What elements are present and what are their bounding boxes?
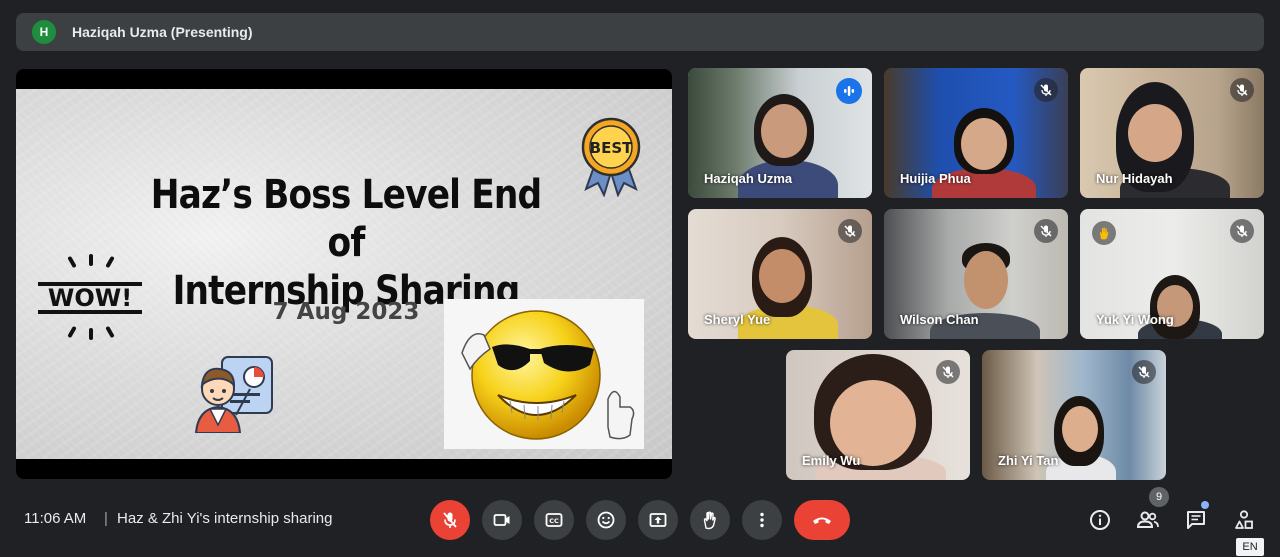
mic-off-icon — [1230, 219, 1254, 243]
camera-icon — [493, 514, 510, 526]
wow-ray — [67, 325, 77, 339]
wow-ray — [89, 328, 93, 340]
divider: | — [104, 510, 108, 527]
chat-icon — [1187, 511, 1205, 529]
end-call-icon — [813, 517, 831, 524]
raise-hand-button[interactable] — [690, 500, 730, 540]
participant-face — [1128, 104, 1182, 162]
wow-ray — [105, 255, 115, 269]
participant-name: Haziqah Uzma — [704, 171, 793, 186]
presenting-banner[interactable]: H Haziqah Uzma (Presenting) — [16, 13, 1264, 51]
mic-off-icon — [1034, 219, 1058, 243]
activities-icon — [1235, 510, 1253, 529]
participant-name: Zhi Yi Tan — [998, 453, 1059, 468]
best-badge-icon: BEST — [581, 117, 641, 197]
presenter-avatar: H — [32, 20, 56, 44]
activities-button[interactable] — [1229, 505, 1259, 535]
participant-name: Huijia Phua — [900, 171, 971, 186]
svg-text:CC: CC — [549, 517, 559, 525]
presenter-illustration-icon — [194, 356, 273, 433]
participant-face — [759, 249, 805, 303]
participant-tile-emily-wu[interactable]: Emily Wu — [786, 350, 970, 480]
participant-tile-sheryl-yue[interactable]: Sheryl Yue — [688, 209, 872, 339]
wow-ray — [67, 255, 77, 269]
people-count-badge: 9 — [1149, 487, 1169, 507]
emoji-icon — [597, 511, 615, 529]
mic-off-icon — [1230, 78, 1254, 102]
wow-ray — [105, 325, 115, 339]
leave-call-button[interactable] — [794, 500, 850, 540]
slide-date: 7 Aug 2023 — [272, 299, 420, 325]
chat-notification-dot — [1201, 501, 1209, 509]
participant-tile-yuk-yi-wong[interactable]: Yuk Yi Wong — [1080, 209, 1264, 339]
wow-sticker: WOW! — [36, 254, 146, 344]
slide-title: Haz’s Boss Level End of Internship Shari… — [148, 171, 544, 315]
participant-tile-haziqah-uzma[interactable]: Haziqah Uzma — [688, 68, 872, 198]
mic-off-icon — [936, 360, 960, 384]
mic-off-icon — [443, 512, 457, 528]
participant-face — [1062, 406, 1098, 452]
badge-text: BEST — [590, 139, 633, 157]
cool-emoji-icon — [461, 310, 635, 440]
participant-face — [964, 251, 1008, 309]
participant-face — [961, 118, 1007, 170]
participant-face — [761, 104, 807, 158]
mic-off-icon — [1034, 78, 1058, 102]
meeting-details-button[interactable] — [1085, 505, 1115, 535]
captions-icon: CC — [545, 513, 563, 527]
presentation-screen[interactable]: BEST Haz’s Boss Level End of Internship … — [16, 69, 672, 479]
more-options-button[interactable] — [742, 500, 782, 540]
language-indicator: EN — [1236, 538, 1264, 556]
info-icon — [1090, 510, 1110, 530]
present-now-button[interactable] — [638, 500, 678, 540]
meeting-name[interactable]: Haz & Zhi Yi's internship sharing — [117, 510, 332, 527]
participant-name: Nur Hidayah — [1096, 171, 1173, 186]
participant-tile-nur-hidayah[interactable]: Nur Hidayah — [1080, 68, 1264, 198]
participant-name: Sheryl Yue — [704, 312, 771, 327]
wow-ray — [89, 254, 93, 266]
raised-hand-icon — [1092, 221, 1116, 245]
participant-tile-wilson-chan[interactable]: Wilson Chan — [884, 209, 1068, 339]
participant-tile-zhi-yi-tan[interactable]: Zhi Yi Tan — [982, 350, 1166, 480]
participant-name: Emily Wu — [802, 453, 861, 468]
slide-title-line1: Haz’s Boss Level End of — [150, 172, 542, 266]
slide: BEST Haz’s Boss Level End of Internship … — [16, 89, 672, 459]
wow-text: WOW! — [38, 282, 142, 314]
toggle-camera-button[interactable] — [482, 500, 522, 540]
toggle-mic-button[interactable] — [430, 500, 470, 540]
present-icon — [649, 513, 667, 527]
people-icon — [1136, 511, 1159, 528]
participant-name: Yuk Yi Wong — [1096, 312, 1174, 327]
captions-button[interactable]: CC — [534, 500, 574, 540]
speaking-indicator-icon — [836, 78, 862, 104]
presenting-title: Haziqah Uzma (Presenting) — [72, 24, 253, 40]
participant-tile-huijia-phua[interactable]: Huijia Phua — [884, 68, 1068, 198]
chat-button[interactable] — [1181, 505, 1211, 535]
mic-off-icon — [838, 219, 862, 243]
emoji-image — [444, 299, 644, 449]
participant-name: Wilson Chan — [900, 312, 979, 327]
more-options-icon — [760, 512, 764, 528]
current-time: 11:06 AM — [24, 510, 87, 527]
mic-off-icon — [1132, 360, 1156, 384]
show-everyone-button[interactable] — [1133, 505, 1163, 535]
reactions-button[interactable] — [586, 500, 626, 540]
raise-hand-icon — [703, 511, 716, 530]
meet-window: H Haziqah Uzma (Presenting) BEST Haz’s B… — [0, 0, 1280, 557]
